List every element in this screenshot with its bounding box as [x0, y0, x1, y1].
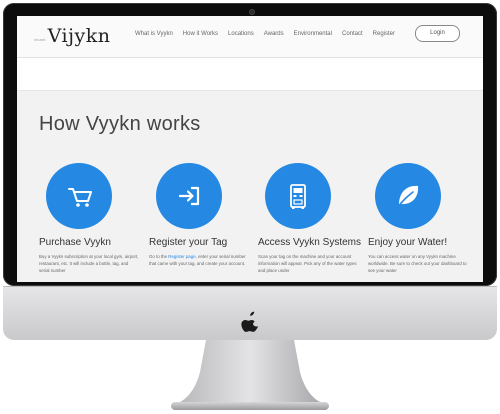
imac-mockup: vivant Vijykn What is Vyykn How it Works… — [0, 0, 500, 414]
monitor-stand — [171, 340, 329, 410]
